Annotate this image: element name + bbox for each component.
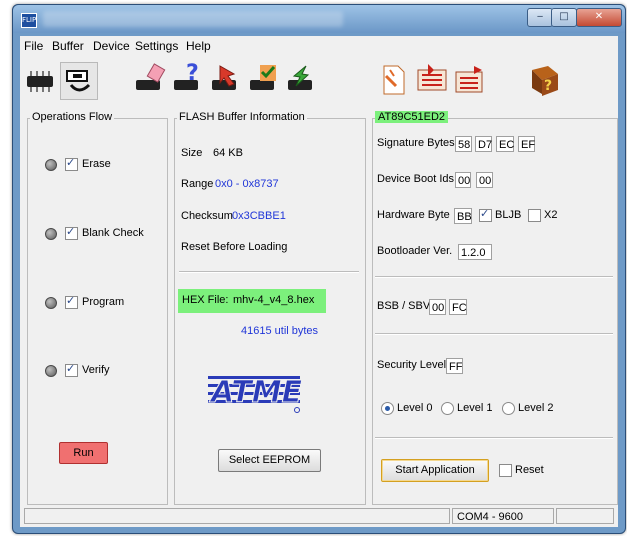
verify-status-led xyxy=(45,365,57,377)
device-divider-1 xyxy=(375,276,613,278)
operations-flow-panel: Operations Flow Erase Blank Check Progra… xyxy=(27,111,168,505)
svg-text:?: ? xyxy=(186,62,199,86)
status-message xyxy=(24,508,450,524)
menu-file[interactable]: File xyxy=(24,39,43,53)
menu-device[interactable]: Device xyxy=(93,39,130,53)
level-0-label: Level 0 xyxy=(397,402,433,414)
app-icon: FLIP xyxy=(21,13,37,28)
select-eeprom-button[interactable]: Select EEPROM xyxy=(218,449,321,472)
menu-help[interactable]: Help xyxy=(186,39,211,53)
communication-icon[interactable] xyxy=(60,62,98,100)
hardware-byte-label: Hardware Byte xyxy=(377,209,450,221)
signature-bytes-label: Signature Bytes xyxy=(377,137,455,149)
boot-id-1[interactable]: 00 xyxy=(455,172,471,188)
erase-checkbox[interactable] xyxy=(65,156,78,171)
status-port: COM4 - 9600 xyxy=(452,508,554,524)
size-label: Size xyxy=(181,147,203,159)
boot-id-2[interactable]: 00 xyxy=(476,172,493,188)
start-application-button[interactable]: Start Application xyxy=(381,459,489,482)
device-name: AT89C51ED2 xyxy=(375,111,449,123)
device-divider-2 xyxy=(375,333,613,335)
program-label: Program xyxy=(82,296,125,308)
range-label: Range xyxy=(181,178,214,190)
verify-checkbox[interactable] xyxy=(65,362,78,377)
program-checkbox[interactable] xyxy=(65,294,78,309)
level-2-label: Level 2 xyxy=(518,402,554,414)
title-bar[interactable]: FLIP ‒ □ ✕ xyxy=(13,5,625,33)
reset-before-loading-label: Reset Before Loading xyxy=(181,241,288,253)
bljb-checkbox[interactable] xyxy=(479,207,492,222)
checksum-label: Checksum xyxy=(181,210,233,222)
blank-check-icon[interactable]: ? xyxy=(170,61,206,98)
signature-byte-2[interactable]: D7 xyxy=(475,136,492,152)
maximize-button[interactable]: □ xyxy=(551,8,577,27)
signature-byte-4[interactable]: EF xyxy=(518,136,535,152)
load-hex-icon[interactable] xyxy=(376,62,412,98)
edit-buffer-icon[interactable] xyxy=(452,62,488,98)
sbv-field[interactable]: FC xyxy=(449,299,467,315)
read-icon[interactable] xyxy=(284,62,320,98)
level-1-radio[interactable] xyxy=(441,402,454,415)
signature-byte-3[interactable]: EC xyxy=(496,136,514,152)
level-1-label: Level 1 xyxy=(457,402,493,414)
svg-text:ATMEL: ATMEL xyxy=(209,375,302,410)
flash-buffer-panel: FLASH Buffer Information Size 64 KB Rang… xyxy=(174,111,366,505)
status-bar: COM4 - 9600 xyxy=(24,508,614,526)
save-buffer-icon[interactable] xyxy=(414,62,450,98)
level-0-radio[interactable] xyxy=(381,402,394,415)
main-window: FLIP ‒ □ ✕ File Buffer Device Settings H… xyxy=(12,4,626,534)
hex-file-label: HEX File: xyxy=(182,294,229,306)
close-button[interactable]: ✕ xyxy=(576,8,622,27)
bootloader-version-label: Bootloader Ver. xyxy=(377,245,453,257)
verify-icon[interactable] xyxy=(246,62,282,98)
atmel-logo: ATMEL xyxy=(208,368,322,414)
help-icon[interactable]: ? xyxy=(526,62,562,98)
menu-buffer[interactable]: Buffer xyxy=(52,39,84,53)
menu-bar: File Buffer Device Settings Help xyxy=(20,36,618,56)
security-level-label: Security Level xyxy=(377,359,447,371)
select-device-icon[interactable] xyxy=(22,62,58,98)
status-extra xyxy=(556,508,614,524)
device-divider-3 xyxy=(375,437,613,439)
window-title xyxy=(43,11,343,27)
device-panel: AT89C51ED2 Signature Bytes 58 D7 EC EF D… xyxy=(372,111,618,505)
bootloader-version-field[interactable]: 1.2.0 xyxy=(458,244,492,260)
security-level-field[interactable]: FF xyxy=(446,358,463,374)
verify-label: Verify xyxy=(82,364,110,376)
client-area: File Buffer Device Settings Help ? ? Ope… xyxy=(20,36,618,527)
flash-buffer-title: FLASH Buffer Information xyxy=(177,111,307,123)
bsb-sbv-label: BSB / SBV xyxy=(377,300,431,312)
checksum-value: 0x3CBBE1 xyxy=(232,210,286,222)
menu-settings[interactable]: Settings xyxy=(135,39,178,53)
range-value: 0x0 - 0x8737 xyxy=(215,178,279,190)
size-value: 64 KB xyxy=(213,147,243,159)
hex-file-name: mhv-4_v4_8.hex xyxy=(233,294,315,306)
bljb-label: BLJB xyxy=(495,209,522,221)
blank-check-checkbox[interactable] xyxy=(65,225,78,240)
bsb-field[interactable]: 00 xyxy=(429,299,446,315)
hex-file-highlight: HEX File: mhv-4_v4_8.hex xyxy=(178,289,326,313)
minimize-button[interactable]: ‒ xyxy=(527,8,553,27)
erase-label: Erase xyxy=(82,158,111,170)
blank-check-label: Blank Check xyxy=(82,227,144,239)
svg-text:?: ? xyxy=(544,78,552,94)
x2-label: X2 xyxy=(544,209,558,221)
run-button[interactable]: Run xyxy=(59,442,108,464)
signature-byte-1[interactable]: 58 xyxy=(455,136,472,152)
program-icon[interactable] xyxy=(208,62,244,98)
erase-status-led xyxy=(45,159,57,171)
x2-checkbox[interactable] xyxy=(528,209,541,222)
level-2-radio[interactable] xyxy=(502,402,515,415)
program-status-led xyxy=(45,297,57,309)
util-bytes: 41615 util bytes xyxy=(241,325,319,337)
hardware-byte-field[interactable]: BB xyxy=(454,208,472,224)
flash-divider xyxy=(179,271,359,273)
toolbar: ? ? xyxy=(20,58,618,102)
blank-check-status-led xyxy=(45,228,57,240)
operations-flow-title: Operations Flow xyxy=(30,111,115,123)
reset-checkbox[interactable] xyxy=(499,464,512,477)
erase-icon[interactable] xyxy=(132,62,168,98)
device-boot-ids-label: Device Boot Ids xyxy=(377,173,455,185)
reset-label: Reset xyxy=(515,464,544,476)
